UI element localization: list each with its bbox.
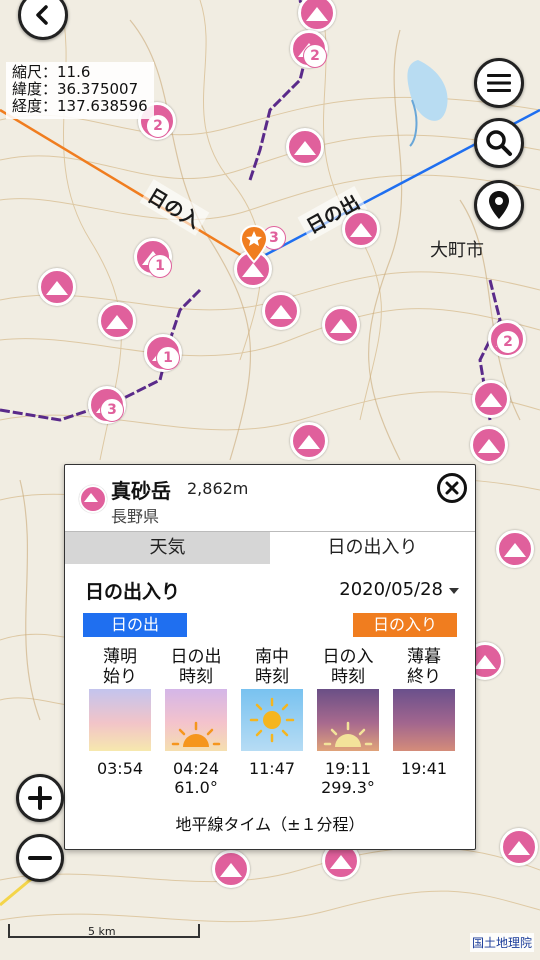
section-title: 日の出入り <box>85 581 181 603</box>
scale-bar-label: 5 km <box>88 925 116 938</box>
phase-label: 薄明 始り <box>103 647 137 687</box>
peak-marker[interactable] <box>290 422 328 460</box>
dusk-sky-icon <box>393 689 455 751</box>
map-info-panel: 縮尺：11.6 緯度：36.375007 経度：137.638596 <box>6 62 154 119</box>
summit-elevation: 2,862m <box>187 479 249 498</box>
phase-dusk-twilight: 薄暮 終り 19:41 <box>386 647 462 778</box>
sunrise-icon <box>165 689 227 751</box>
popup-header: 真砂岳 2,862m 長野県 <box>65 465 475 531</box>
peak-rank-badge: 2 <box>496 330 520 354</box>
horizon-time-note: 地平線タイム（±１分程） <box>175 815 365 834</box>
scale-readout: 縮尺：11.6 <box>12 63 91 81</box>
close-button[interactable] <box>437 473 467 503</box>
peak-marker[interactable] <box>496 530 534 568</box>
phase-time: 04:24 <box>172 759 220 778</box>
summit-prefecture: 長野県 <box>111 507 160 526</box>
latitude-readout: 緯度：36.375007 <box>12 80 139 98</box>
peak-rank-badge: 3 <box>100 398 124 422</box>
tab-sunrise-sunset[interactable]: 日の出入り <box>270 532 475 564</box>
mountain-icon <box>79 485 107 513</box>
zoom-out-button[interactable] <box>16 834 64 882</box>
location-pin-icon <box>489 191 509 219</box>
hamburger-menu-icon <box>487 74 511 92</box>
peak-rank-badge: 1 <box>148 254 172 278</box>
dawn-sky-icon <box>89 689 151 751</box>
sunrise-badge: 日の出 <box>83 613 187 637</box>
summit-name: 真砂岳 <box>111 479 171 503</box>
search-icon <box>486 130 512 156</box>
peak-rank-badge: 1 <box>156 346 180 370</box>
close-icon <box>445 481 459 495</box>
caret-down-icon <box>449 587 459 594</box>
tab-weather[interactable]: 天気 <box>65 532 270 564</box>
phase-azimuth: 299.3° <box>321 778 375 797</box>
phase-time: 19:11 <box>324 759 372 778</box>
longitude-readout: 経度：137.638596 <box>12 97 148 115</box>
town-label: 大町市 <box>430 240 484 261</box>
map-attribution[interactable]: 国土地理院 <box>469 933 534 952</box>
peak-marker[interactable] <box>262 292 300 330</box>
phase-label: 日の出 時刻 <box>170 647 222 687</box>
phase-culmination: 南中 時刻 11:47 <box>234 647 310 778</box>
sunset-badge: 日の入り <box>353 613 457 637</box>
peak-marker[interactable] <box>472 380 510 418</box>
phase-dawn-twilight: 薄明 始り 03:54 <box>82 647 158 778</box>
peak-marker[interactable] <box>470 426 508 464</box>
phase-time: 03:54 <box>96 759 144 778</box>
popup-tabs: 天気 日の出入り <box>65 531 475 564</box>
peak-marker[interactable] <box>286 128 324 166</box>
search-button[interactable] <box>474 118 524 168</box>
phase-time: 11:47 <box>248 759 296 778</box>
menu-button[interactable] <box>474 58 524 108</box>
phase-sunrise: 日の出 時刻 04:24 61.0° <box>158 647 234 797</box>
peak-marker[interactable] <box>38 268 76 306</box>
sunset-icon <box>317 689 379 751</box>
peak-marker[interactable] <box>500 828 538 866</box>
plus-icon <box>28 786 52 810</box>
peak-rank-badge: 2 <box>303 44 327 68</box>
noon-sun-icon <box>241 689 303 751</box>
phase-label: 南中 時刻 <box>255 647 289 687</box>
minus-icon <box>28 856 52 860</box>
phase-time: 19:41 <box>400 759 448 778</box>
date-value: 2020/05/28 <box>339 579 443 600</box>
chevron-left-icon <box>36 5 48 25</box>
current-location-button[interactable] <box>474 180 524 230</box>
peak-marker[interactable] <box>98 302 136 340</box>
peak-marker[interactable] <box>322 306 360 344</box>
phase-label: 薄暮 終り <box>407 647 441 687</box>
date-selector[interactable]: 2020/05/28 <box>339 579 459 600</box>
phase-azimuth: 61.0° <box>174 778 218 797</box>
phase-label: 日の入 時刻 <box>322 647 374 687</box>
peak-marker[interactable] <box>342 210 380 248</box>
selected-location-icon <box>239 224 269 264</box>
summit-info-popup: 真砂岳 2,862m 長野県 天気 日の出入り 日の出入り 2020/05/28… <box>64 464 476 850</box>
phase-sunset: 日の入 時刻 19:11 299.3° <box>310 647 386 797</box>
peak-marker[interactable] <box>212 850 250 888</box>
zoom-in-button[interactable] <box>16 774 64 822</box>
